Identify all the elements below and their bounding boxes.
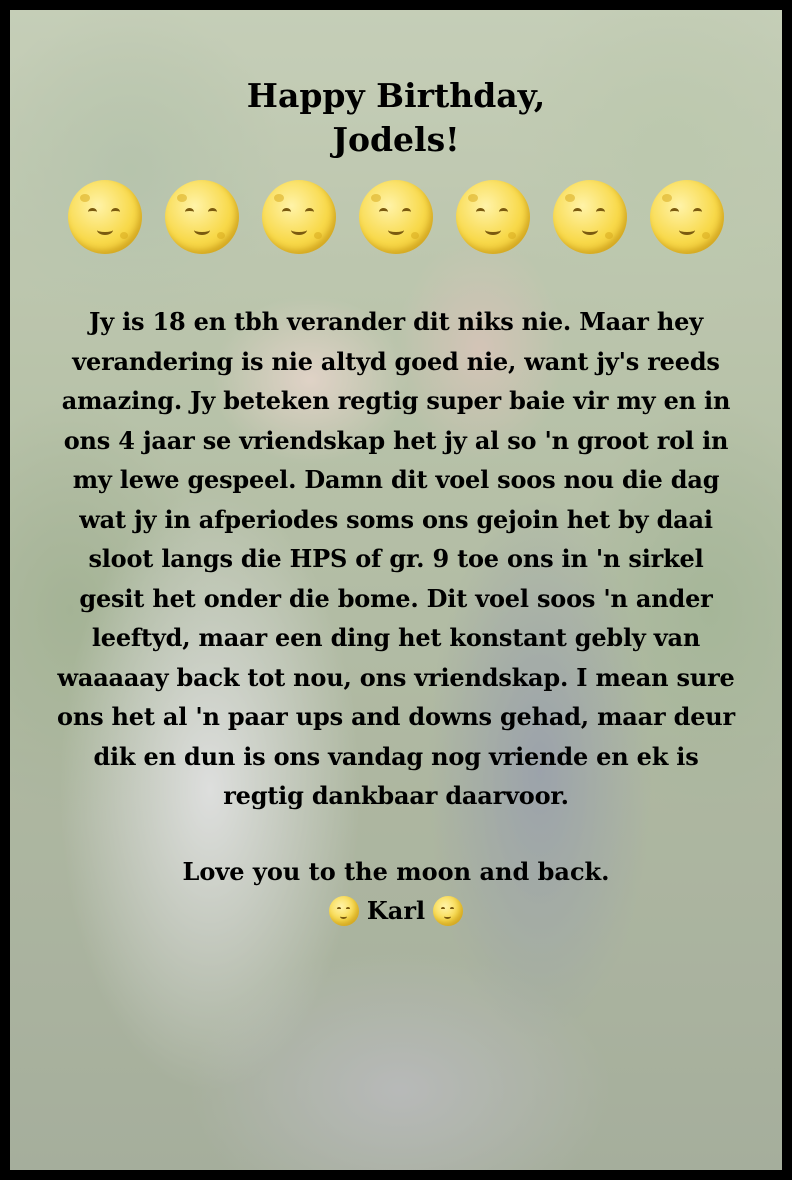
closing-line: Love you to the moon and back.: [182, 856, 610, 886]
title-line-2: Jodels!: [332, 120, 460, 159]
full-moon-face-icon: [262, 180, 336, 254]
moon-row: [10, 180, 782, 254]
birthday-message: Jy is 18 en tbh verander dit niks nie. M…: [57, 307, 735, 810]
full-moon-face-icon: [553, 180, 627, 254]
full-moon-face-icon: [165, 180, 239, 254]
signature-line: Karl: [10, 892, 782, 930]
full-moon-face-icon: [328, 895, 359, 926]
full-moon-face-icon: [456, 180, 530, 254]
full-moon-face-icon: [433, 895, 464, 926]
title-line-1: Happy Birthday,: [246, 76, 546, 115]
full-moon-face-icon: [359, 180, 433, 254]
full-moon-face-icon: [650, 180, 724, 254]
signature: Karl: [366, 895, 426, 925]
card-content: Happy Birthday, Jodels! Jy is 18 en tbh …: [10, 10, 782, 1170]
full-moon-face-icon: [68, 180, 142, 254]
background-photo: Happy Birthday, Jodels! Jy is 18 en tbh …: [10, 10, 782, 1170]
card-title: Happy Birthday, Jodels!: [10, 74, 782, 162]
card-border: Happy Birthday, Jodels! Jy is 18 en tbh …: [0, 0, 792, 1180]
sign-off: Love you to the moon and back. Karl: [10, 852, 782, 930]
